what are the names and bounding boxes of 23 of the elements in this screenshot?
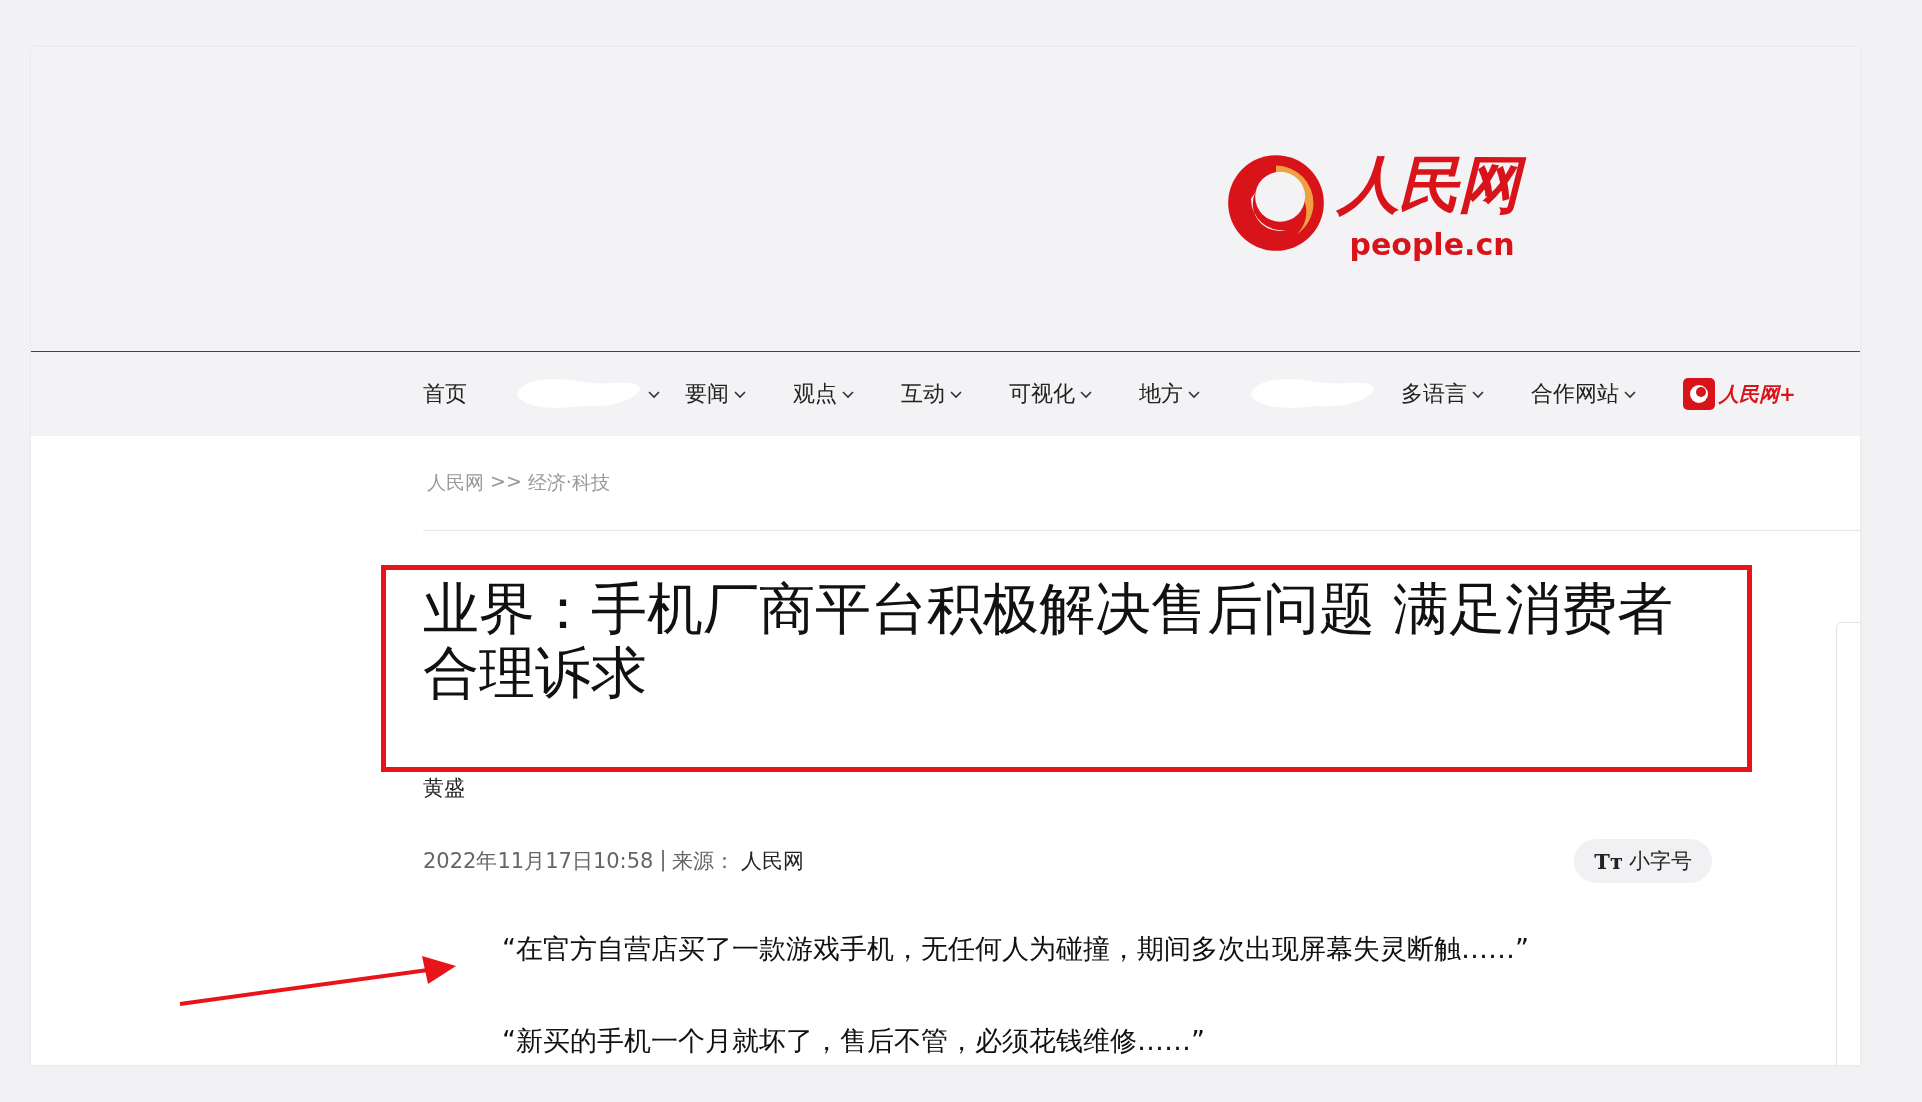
- article-paragraph: “新买的手机一个月就坏了，售后不管，必须花钱维修……”: [502, 1024, 1206, 1058]
- app-link[interactable]: 人民网+: [1719, 380, 1800, 408]
- nav-link[interactable]: 观点: [793, 379, 855, 409]
- font-size-icon: Tт: [1594, 848, 1623, 874]
- article-title: 业界：手机厂商平台积极解决售后问题 满足消费者合理诉求: [423, 577, 1674, 705]
- source-label: 来源：: [672, 848, 736, 875]
- nav-link[interactable]: 互动: [901, 379, 963, 409]
- nav-link[interactable]: 多语言: [1401, 379, 1485, 409]
- nav-link[interactable]: 可视化: [1009, 379, 1093, 409]
- app-logo-icon: [1683, 378, 1715, 410]
- nav-link[interactable]: 合作网站: [1531, 379, 1637, 409]
- publish-date: 2022年11月17日10:58: [423, 848, 654, 875]
- meta-separator: |: [659, 847, 667, 874]
- breadcrumb-separator: >>: [490, 470, 522, 494]
- nav-link[interactable]: 地方: [1139, 379, 1201, 409]
- logo-wordmark: 人民网: [1334, 145, 1530, 226]
- source-name: 人民网: [741, 848, 805, 875]
- article-paragraph: “在官方自营店买了一款游戏手机，无任何人为碰撞，期间多次出现屏幕失灵断触……”: [502, 932, 1530, 966]
- font-size-button[interactable]: Tт 小字号: [1574, 839, 1712, 883]
- logo-domain: people.cn: [1349, 227, 1515, 261]
- author-name: 黄盛: [423, 775, 466, 802]
- nav-link[interactable]: 要闻: [685, 379, 747, 409]
- nav-link[interactable]: 首页: [423, 379, 467, 409]
